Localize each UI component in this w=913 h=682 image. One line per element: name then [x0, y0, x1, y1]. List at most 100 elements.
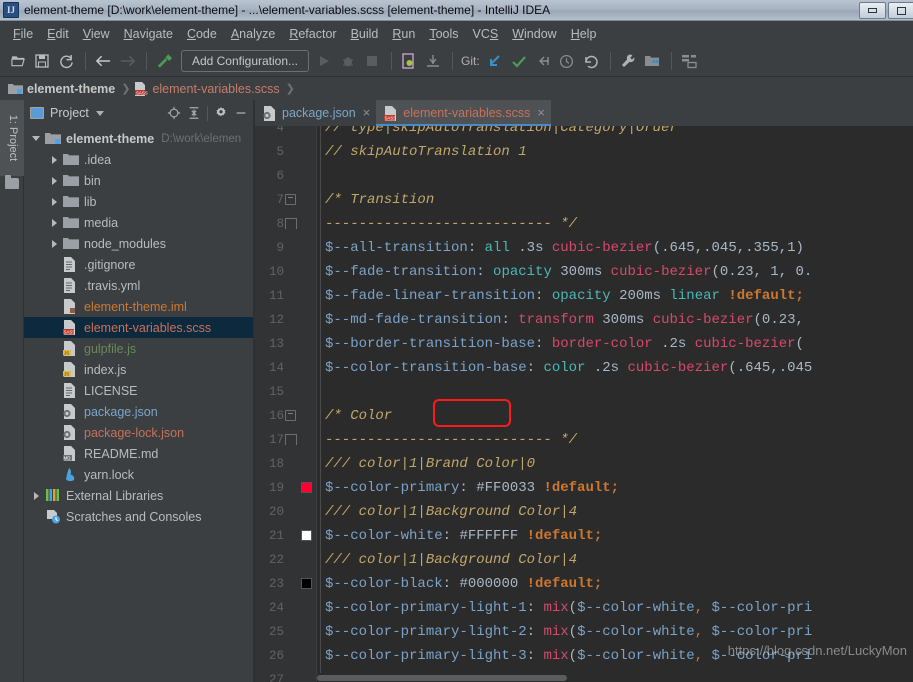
- code-fold-bot-icon[interactable]: [285, 434, 297, 445]
- menu-item-tools[interactable]: Tools: [422, 25, 465, 43]
- maximize-button[interactable]: [888, 2, 913, 19]
- structure-folder-icon[interactable]: [5, 175, 19, 189]
- sdk-manager-icon[interactable]: [422, 50, 444, 72]
- code-editor[interactable]: 4 5 6 7−8 9 10 11 12 13 14 15 16−17 18 19 20 21 22 23 24 25…: [255, 126, 913, 682]
- menu-item-code[interactable]: Code: [180, 25, 224, 43]
- menu-item-window[interactable]: Window: [505, 25, 563, 43]
- menu-item-view[interactable]: View: [76, 25, 117, 43]
- tree-node-element-variables-scss[interactable]: SASS element-variables.scss: [24, 317, 255, 338]
- chevron-right-icon[interactable]: [48, 218, 60, 227]
- line-number: 21: [268, 529, 284, 543]
- git-update-icon[interactable]: [484, 50, 506, 72]
- chevron-right-icon[interactable]: [48, 197, 60, 206]
- code-line: /* Transition: [325, 188, 434, 212]
- json-file-icon: [63, 424, 79, 441]
- git-commit-icon[interactable]: [508, 50, 530, 72]
- code-content[interactable]: // type|skipAutoTranslation|Category|Ord…: [317, 126, 913, 682]
- gutter-line: 12: [255, 308, 317, 332]
- tool-window-button-project[interactable]: 1: Project: [0, 100, 24, 176]
- chevron-right-icon[interactable]: [48, 155, 60, 164]
- tree-node--gitignore[interactable]: .gitignore: [24, 254, 255, 275]
- stop-icon[interactable]: [361, 50, 383, 72]
- revert-icon[interactable]: [580, 50, 602, 72]
- gutter-line: 23: [255, 572, 317, 596]
- panel-action-divider: [207, 105, 208, 121]
- project-structure-icon[interactable]: [641, 50, 663, 72]
- build-hammer-icon[interactable]: [153, 50, 175, 72]
- tree-node-gulpfile-js[interactable]: JS gulpfile.js: [24, 338, 255, 359]
- editor-gutter[interactable]: 4 5 6 7−8 9 10 11 12 13 14 15 16−17 18 19 20 21 22 23 24 25…: [255, 126, 317, 682]
- tree-node-node-modules[interactable]: node_modules: [24, 233, 255, 254]
- settings-wrench-icon[interactable]: [617, 50, 639, 72]
- menu-item-build[interactable]: Build: [344, 25, 386, 43]
- tree-node-readme-md[interactable]: MD README.md: [24, 443, 255, 464]
- run-configuration-selector[interactable]: Add Configuration...: [181, 50, 309, 72]
- save-all-icon[interactable]: [31, 50, 53, 72]
- tree-node-lib[interactable]: lib: [24, 191, 255, 212]
- chevron-down-icon[interactable]: [30, 136, 42, 141]
- history-clock-icon[interactable]: [556, 50, 578, 72]
- minimize-button[interactable]: [859, 2, 886, 19]
- chevron-down-icon[interactable]: [95, 110, 104, 116]
- color-swatch-gutter[interactable]: [301, 530, 312, 541]
- debug-icon[interactable]: [337, 50, 359, 72]
- tree-node-package-json[interactable]: package.json: [24, 401, 255, 422]
- tree-node-index-js[interactable]: JS index.js: [24, 359, 255, 380]
- menu-item-run[interactable]: Run: [385, 25, 422, 43]
- menu-item-help[interactable]: Help: [564, 25, 604, 43]
- hide-panel-icon[interactable]: [231, 103, 251, 123]
- menu-item-file[interactable]: File: [6, 25, 40, 43]
- git-push-icon[interactable]: [532, 50, 554, 72]
- tree-node-license[interactable]: LICENSE: [24, 380, 255, 401]
- tree-node-label: .travis.yml: [84, 278, 141, 293]
- run-icon[interactable]: [313, 50, 335, 72]
- menu-item-refactor[interactable]: Refactor: [282, 25, 343, 43]
- code-fold-bot-icon[interactable]: [285, 218, 297, 229]
- code-fold-top-icon[interactable]: −: [285, 410, 296, 421]
- title-bar: IJ element-theme [D:\work\element-theme]…: [0, 0, 913, 21]
- open-icon[interactable]: [7, 50, 29, 72]
- close-icon[interactable]: ×: [363, 106, 371, 119]
- tree-node-media[interactable]: media: [24, 212, 255, 233]
- horizontal-scrollbar[interactable]: [317, 673, 913, 682]
- breadcrumb-item-1[interactable]: SASS element-variables.scss: [133, 82, 280, 96]
- code-token: !default;: [526, 528, 603, 544]
- close-icon[interactable]: ×: [537, 106, 545, 119]
- chevron-right-icon[interactable]: [48, 239, 60, 248]
- tree-node-scratches-and-consoles[interactable]: Scratches and Consoles: [24, 506, 255, 527]
- tree-node-yarn-lock[interactable]: yarn.lock: [24, 464, 255, 485]
- tree-node-element-theme[interactable]: element-theme D:\work\elemen: [24, 128, 255, 149]
- code-fold-top-icon[interactable]: −: [285, 194, 296, 205]
- editor-tab-package-json[interactable]: package.json ×: [255, 100, 376, 126]
- chevron-right-icon[interactable]: [48, 176, 60, 185]
- locate-icon[interactable]: [164, 103, 184, 123]
- back-arrow-icon[interactable]: [92, 50, 114, 72]
- toolbar-divider-2: [146, 52, 147, 70]
- code-token: $--color-primary: [325, 480, 460, 496]
- color-swatch-gutter[interactable]: [301, 482, 312, 493]
- project-tree[interactable]: element-theme D:\work\elemen .idea bin lib me…: [24, 126, 255, 682]
- menu-item-vcs[interactable]: VCS: [466, 25, 506, 43]
- code-token: --------------------------- */: [325, 432, 578, 448]
- search-everywhere-icon[interactable]: [678, 50, 700, 72]
- color-swatch-gutter[interactable]: [301, 578, 312, 589]
- sass-file-icon: SASS: [63, 319, 79, 336]
- tree-node--travis-yml[interactable]: .travis.yml: [24, 275, 255, 296]
- sync-icon[interactable]: [55, 50, 77, 72]
- tree-node-bin[interactable]: bin: [24, 170, 255, 191]
- menu-item-edit[interactable]: Edit: [40, 25, 76, 43]
- menu-item-analyze[interactable]: Analyze: [224, 25, 282, 43]
- tree-node-package-lock-json[interactable]: package-lock.json: [24, 422, 255, 443]
- editor-tab-element-variables-scss[interactable]: SASS element-variables.scss ×: [376, 100, 551, 126]
- tree-node--idea[interactable]: .idea: [24, 149, 255, 170]
- gear-icon[interactable]: [211, 103, 231, 123]
- breadcrumb-item-0[interactable]: element-theme: [8, 82, 115, 96]
- collapse-all-icon[interactable]: [184, 103, 204, 123]
- chevron-right-icon[interactable]: [30, 491, 42, 500]
- avd-manager-icon[interactable]: [398, 50, 420, 72]
- tree-node-external-libraries[interactable]: External Libraries: [24, 485, 255, 506]
- menu-item-navigate[interactable]: Navigate: [117, 25, 180, 43]
- tree-node-element-theme-iml[interactable]: element-theme.iml: [24, 296, 255, 317]
- forward-arrow-icon[interactable]: [116, 50, 138, 72]
